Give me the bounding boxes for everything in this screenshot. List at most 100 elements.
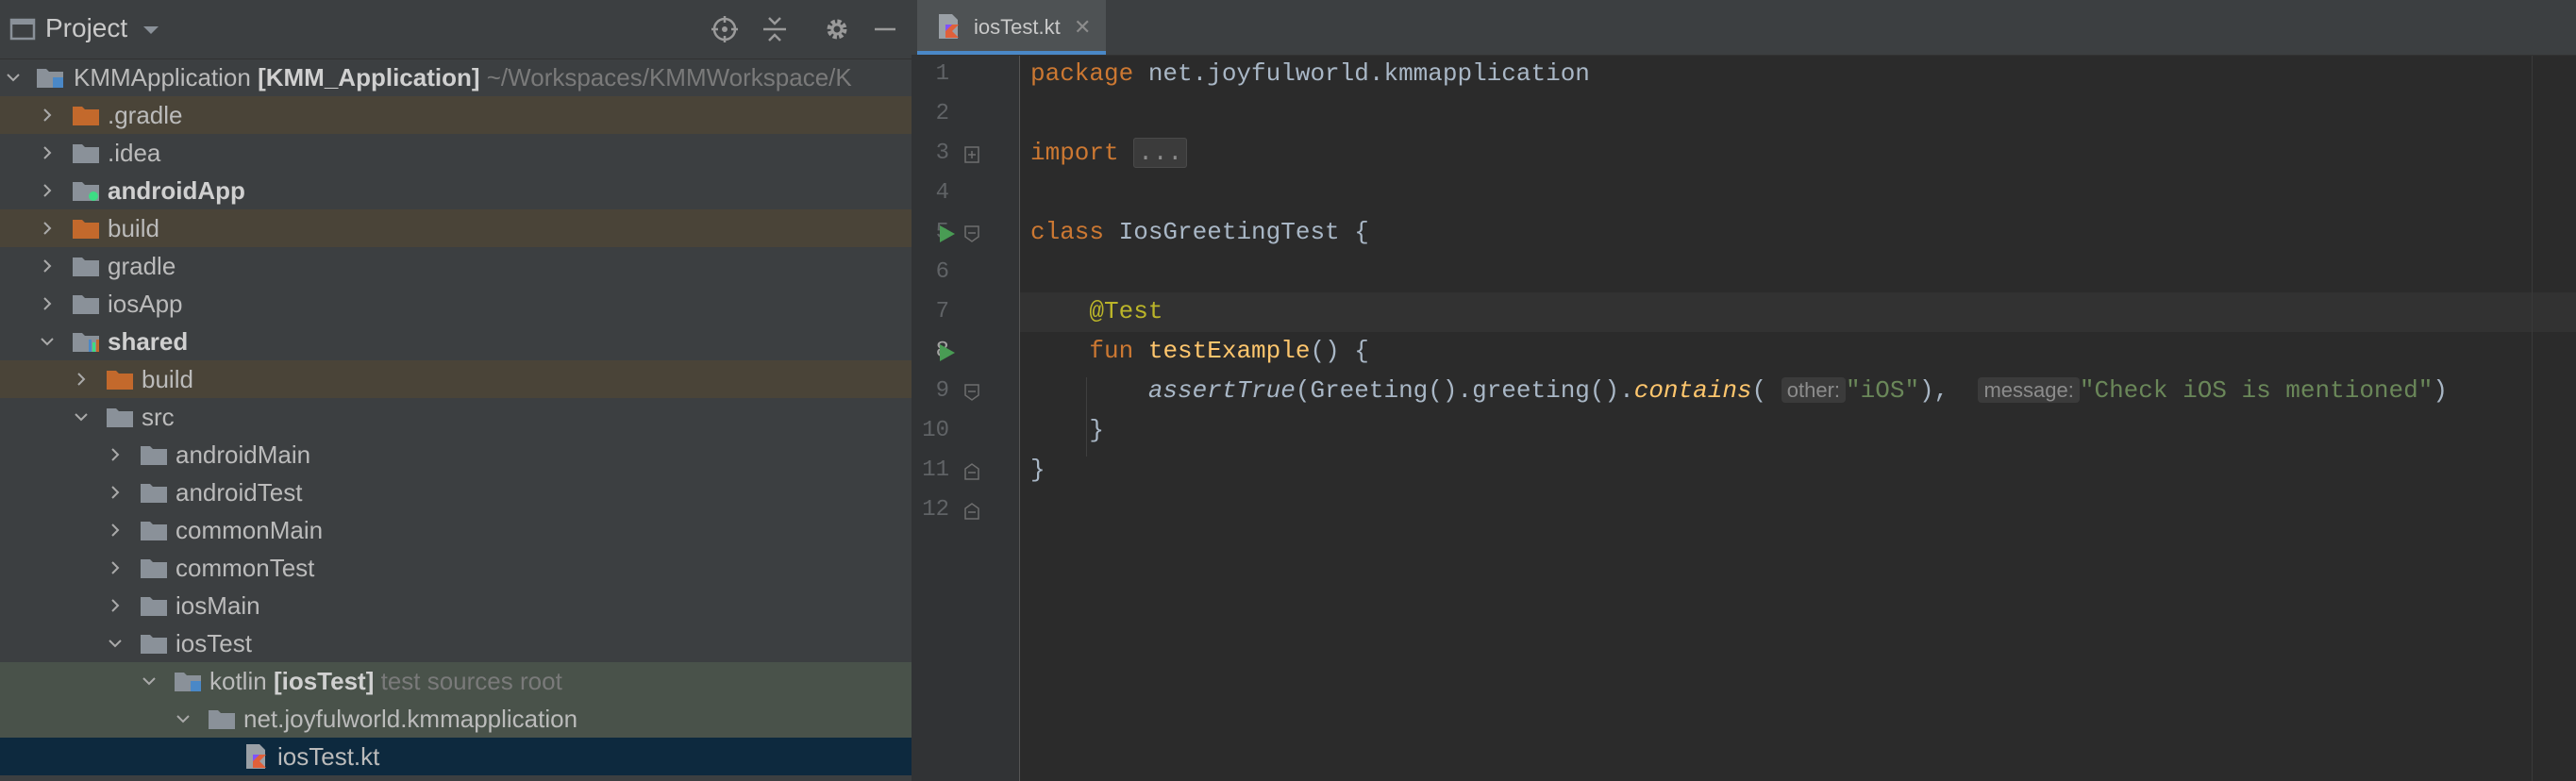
tree-node-label: iosApp	[108, 290, 183, 318]
folded-imports[interactable]: ...	[1133, 138, 1188, 168]
tree-node-label: commonMain	[176, 516, 324, 544]
folder-icon	[141, 446, 167, 465]
locate-file-icon[interactable]	[710, 15, 740, 43]
collapse-all-icon[interactable]	[761, 15, 789, 43]
tree-node-commontest[interactable]: commonTest	[0, 549, 912, 587]
paren-close-final: )	[2433, 376, 2448, 405]
project-view-selector[interactable]: Project	[45, 13, 127, 43]
chevron-right-icon[interactable]	[108, 485, 123, 500]
fold-minus-icon[interactable]	[964, 225, 979, 242]
module-folder-icon	[37, 69, 63, 88]
kotlin-file-icon	[246, 744, 266, 769]
contains-call: contains	[1633, 376, 1752, 405]
tree-node-androidtest[interactable]: androidTest	[0, 474, 912, 511]
kotlin-file-icon	[939, 14, 959, 39]
tree-node-androidapp[interactable]: androidApp	[0, 172, 912, 209]
tree-node-label: androidTest	[176, 478, 303, 507]
source-set-label: [iosTest]	[273, 667, 375, 695]
tree-node-iosmain[interactable]: iosMain	[0, 587, 912, 624]
folder-icon	[141, 484, 167, 503]
excluded-folder-icon	[73, 107, 99, 125]
tree-node-label: androidMain	[176, 440, 311, 469]
folder-icon	[141, 597, 167, 616]
chevron-down-icon[interactable]	[6, 70, 21, 85]
tree-node-commonmain[interactable]: commonMain	[0, 511, 912, 549]
folder-icon	[107, 408, 133, 427]
tree-node-idea[interactable]: .idea	[0, 134, 912, 172]
module-path-label: ~/Workspaces/KMMWorkspace/K	[486, 63, 852, 91]
tree-node-label: build	[142, 365, 193, 393]
fold-plus-icon[interactable]	[964, 146, 979, 163]
line-number: 6	[935, 259, 949, 285]
tree-node-kotlin-test-root[interactable]: kotlin [iosTest] test sources root	[0, 662, 912, 700]
tree-node-build[interactable]: build	[0, 209, 912, 247]
tree-node-label: androidApp	[108, 176, 245, 205]
tree-node-label: iosTest.kt	[277, 742, 380, 771]
chevron-right-icon[interactable]	[40, 145, 55, 160]
tree-node-label: iosMain	[176, 591, 260, 620]
tree-node-label: src	[142, 403, 175, 431]
chevron-right-icon[interactable]	[108, 523, 123, 538]
tree-node-gradle-cache[interactable]: .gradle	[0, 96, 912, 134]
tab-iostest-kt[interactable]: iosTest.kt ✕	[917, 0, 1106, 55]
chevron-right-icon[interactable]	[40, 108, 55, 123]
function-params: () {	[1310, 337, 1369, 365]
tree-node-iosapp[interactable]: iosApp	[0, 285, 912, 323]
line-number: 3	[935, 141, 949, 166]
tree-node-shared-build[interactable]: build	[0, 360, 912, 398]
fold-end-icon[interactable]	[964, 463, 979, 480]
param-hint-other: other:	[1781, 377, 1847, 403]
chevron-down-icon[interactable]	[142, 15, 160, 43]
chevron-right-icon[interactable]	[108, 598, 123, 613]
fold-end-icon[interactable]	[964, 503, 979, 520]
folder-icon	[141, 635, 167, 654]
paren-open: (	[1751, 376, 1767, 405]
chevron-down-icon[interactable]	[40, 334, 55, 349]
folder-icon	[141, 522, 167, 540]
tree-node-src[interactable]: src	[0, 398, 912, 436]
chevron-right-icon[interactable]	[40, 183, 55, 198]
code-line-10: assertTrue(Greeting().greeting().contain…	[1030, 376, 2448, 405]
tree-node-iostest[interactable]: iosTest	[0, 624, 912, 662]
fold-minus-icon[interactable]	[964, 384, 979, 401]
editor-tab-bar: iosTest.kt ✕	[912, 0, 2576, 56]
line-number: 10	[922, 418, 949, 443]
keyword-package: package	[1030, 59, 1134, 88]
tree-node-package[interactable]: net.joyfulworld.kmmapplication	[0, 700, 912, 738]
gear-icon[interactable]	[823, 15, 851, 43]
chevron-down-icon[interactable]	[74, 409, 89, 424]
test-root-folder-icon	[175, 673, 201, 691]
chevron-right-icon[interactable]	[74, 372, 89, 387]
chevron-right-icon[interactable]	[40, 221, 55, 236]
editor-gutter: 1 2 3 4 5 6 7 8 9 10 11 12	[912, 56, 1020, 781]
chevron-down-icon[interactable]	[176, 711, 191, 726]
line-number: 12	[922, 497, 949, 523]
shared-module-icon	[73, 333, 99, 352]
project-tool-window: Project KMMApplication [KMM_Application]…	[0, 0, 912, 781]
tree-node-androidmain[interactable]: androidMain	[0, 436, 912, 474]
tree-node-kmmapplication[interactable]: KMMApplication [KMM_Application] ~/Works…	[0, 58, 912, 96]
run-test-class-icon[interactable]	[938, 224, 957, 244]
string-ios: "iOS"	[1846, 376, 1920, 405]
code-editor: iosTest.kt ✕ 1 2 3 4 5 6 7 8 9 10 11 12 …	[912, 0, 2576, 781]
chevron-down-icon[interactable]	[108, 636, 123, 651]
chevron-right-icon[interactable]	[108, 447, 123, 462]
minimize-icon[interactable]	[872, 15, 898, 43]
chevron-right-icon[interactable]	[40, 258, 55, 274]
tree-node-label: gradle	[108, 252, 176, 280]
code-line-1: package net.joyfulworld.kmmapplication	[1030, 59, 1590, 88]
chevron-right-icon[interactable]	[108, 560, 123, 575]
run-test-method-icon[interactable]	[938, 342, 957, 363]
source-root-note: test sources root	[380, 667, 562, 695]
tree-node-label: build	[108, 214, 159, 242]
code-line-11: }	[1030, 416, 1104, 444]
tree-node-shared[interactable]: shared	[0, 323, 912, 360]
keyword-class: class	[1030, 218, 1105, 246]
tree-node-gradle[interactable]: gradle	[0, 247, 912, 285]
chevron-right-icon[interactable]	[40, 296, 55, 311]
tree-node-iostest-kt[interactable]: iosTest.kt	[0, 738, 912, 775]
string-message: "Check iOS is mentioned"	[2079, 376, 2434, 405]
line-number: 1	[935, 61, 949, 87]
chevron-down-icon[interactable]	[142, 673, 157, 689]
close-icon[interactable]: ✕	[1074, 15, 1091, 40]
